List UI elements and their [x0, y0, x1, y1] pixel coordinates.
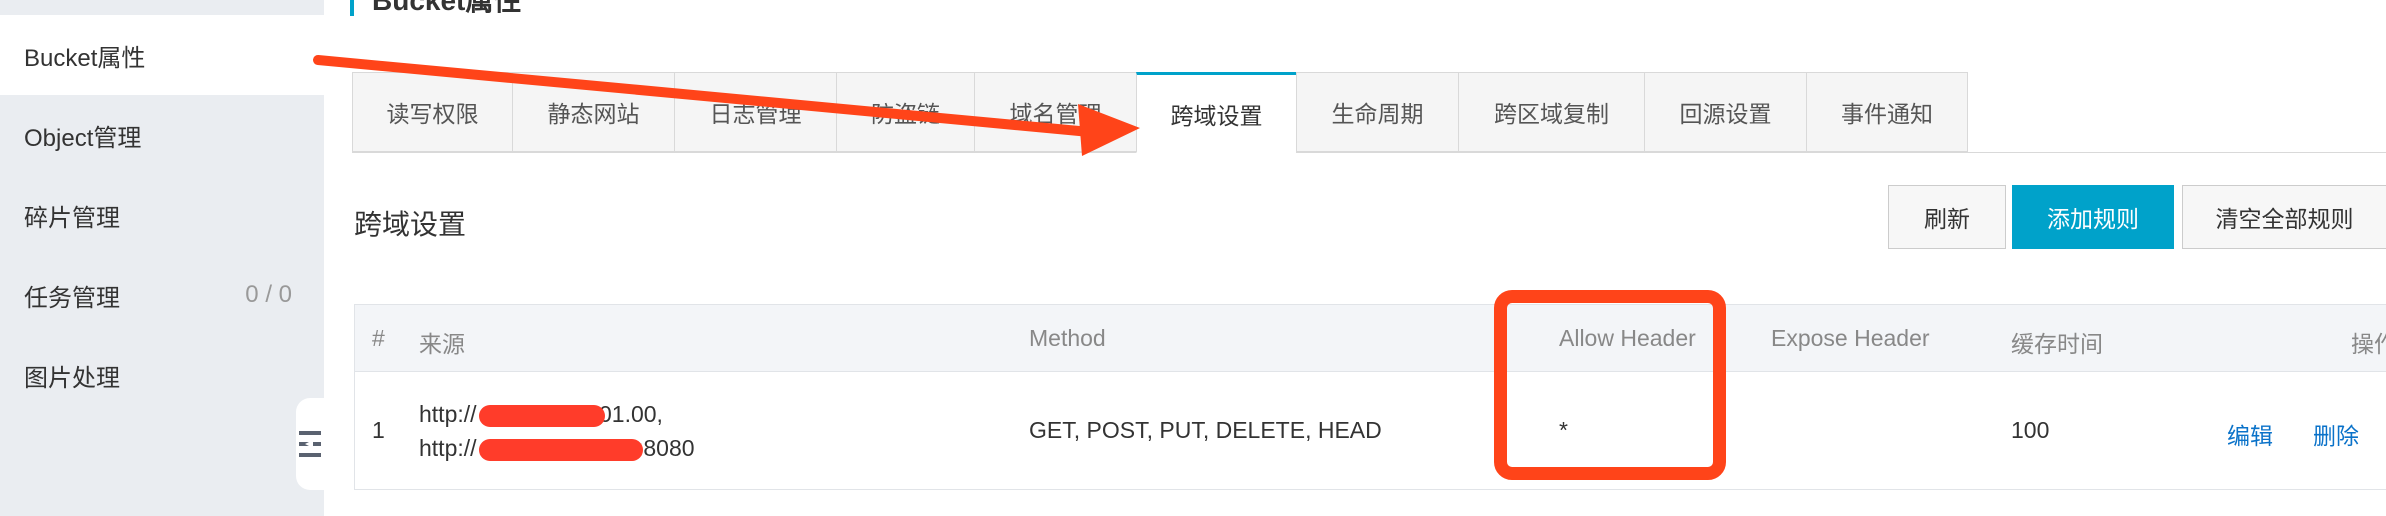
annotation-arrow-icon [313, 55, 1140, 156]
